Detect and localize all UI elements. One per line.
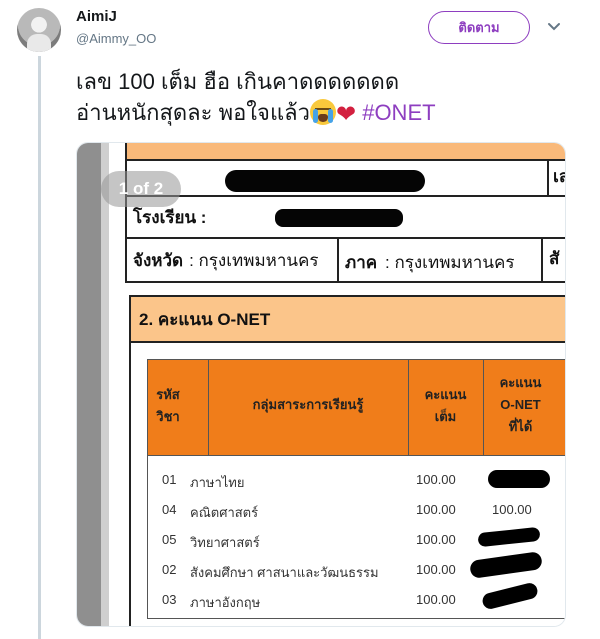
region-label: ภาค [345, 253, 378, 272]
info-row-location: จังหวัด : กรุงเทพมหานคร ภาค : กรุงเทพมหา… [125, 239, 565, 283]
cut-label-2: สั [541, 239, 559, 281]
tweet-media[interactable]: เล โรงเรียน : จังหวัด : กรุงเทพมหานคร ภา… [76, 142, 566, 627]
tweet-line-1: เลข 100 เต็ม ฮือ เกินคาดดดดดดด [76, 69, 400, 94]
doc-gutter [77, 143, 101, 626]
crying-face-icon [309, 99, 336, 125]
display-name[interactable]: AimiJ [76, 8, 117, 25]
row-code: 04 [162, 502, 177, 517]
row-got: 100.00 [492, 502, 532, 517]
row-full: 100.00 [416, 592, 456, 607]
header-code-2: วิชา [156, 409, 180, 424]
redaction-mark [488, 470, 550, 488]
row-full: 100.00 [416, 562, 456, 577]
score-table: รหัส วิชา กลุ่มสาระการเรียนรู้ คะแนน เต็… [147, 359, 565, 619]
info-header-strip [125, 143, 565, 161]
doc-gutter-shade [101, 143, 109, 626]
section-title: 2. คะแนน O-NET [131, 297, 565, 343]
row-subject: สังคมศึกษา ศาสนาและวัฒนธรรม [190, 565, 379, 580]
row-code: 03 [162, 592, 177, 607]
province-label: จังหวัด [133, 250, 184, 270]
header-got-1: คะแนน [499, 375, 542, 390]
school-label: โรงเรียน : [133, 207, 207, 227]
row-full: 100.00 [416, 502, 456, 517]
header-subject: กลุ่มสาระการเรียนรู้ [252, 397, 364, 412]
tweet-line-2: อ่านหนักสุดละ พอใจแล้ว ❤ #ONET [76, 97, 586, 130]
row-full: 100.00 [416, 532, 456, 547]
avatar[interactable] [17, 8, 61, 52]
student-info: เล โรงเรียน : จังหวัด : กรุงเทพมหานคร ภา… [125, 143, 565, 290]
row-subject: ภาษาไทย [190, 475, 245, 490]
document-image: เล โรงเรียน : จังหวัด : กรุงเทพมหานคร ภา… [77, 143, 565, 626]
cut-label-1: เล [547, 161, 565, 195]
table-row: 04 คณิตศาสตร์ 100.00 100.00 [148, 494, 565, 524]
header-full-1: คะแนน [424, 387, 467, 402]
tweet-line-2-text: อ่านหนักสุดละ พอใจแล้ว [76, 100, 310, 125]
row-code: 05 [162, 532, 177, 547]
heart-icon: ❤ [335, 101, 357, 128]
tweet-text: เลข 100 เต็ม ฮือ เกินคาดดดดดดด อ่านหนักส… [76, 66, 586, 130]
hashtag-link[interactable]: #ONET [362, 100, 435, 125]
region-value: : กรุงเทพมหานคร [385, 253, 515, 272]
image-pager: 1 of 2 [101, 171, 181, 207]
header-full-2: เต็ม [434, 409, 457, 424]
redaction-mark [275, 209, 403, 227]
province-value: : กรุงเทพมหานคร [189, 250, 319, 270]
chevron-down-icon[interactable] [546, 18, 562, 34]
row-code: 01 [162, 472, 177, 487]
header-got-3: ที่ได้ [508, 419, 533, 434]
header-got-2: O-NET [500, 397, 541, 412]
thread-line [38, 56, 41, 639]
row-full: 100.00 [416, 472, 456, 487]
redaction-mark [225, 170, 425, 192]
follow-button[interactable]: ติดตาม [428, 11, 530, 44]
row-subject: วิทยาศาสตร์ [190, 535, 260, 550]
score-table-header: รหัส วิชา กลุ่มสาระการเรียนรู้ คะแนน เต็… [148, 360, 565, 456]
onet-score-section: 2. คะแนน O-NET รหัส วิชา กลุ่มสาระการเรี… [129, 295, 565, 626]
row-subject: คณิตศาสตร์ [190, 505, 259, 520]
row-code: 02 [162, 562, 177, 577]
header-code-1: รหัส [156, 387, 180, 402]
row-subject: ภาษาอังกฤษ [190, 595, 261, 610]
user-handle[interactable]: @Aimmy_OO [76, 31, 156, 46]
